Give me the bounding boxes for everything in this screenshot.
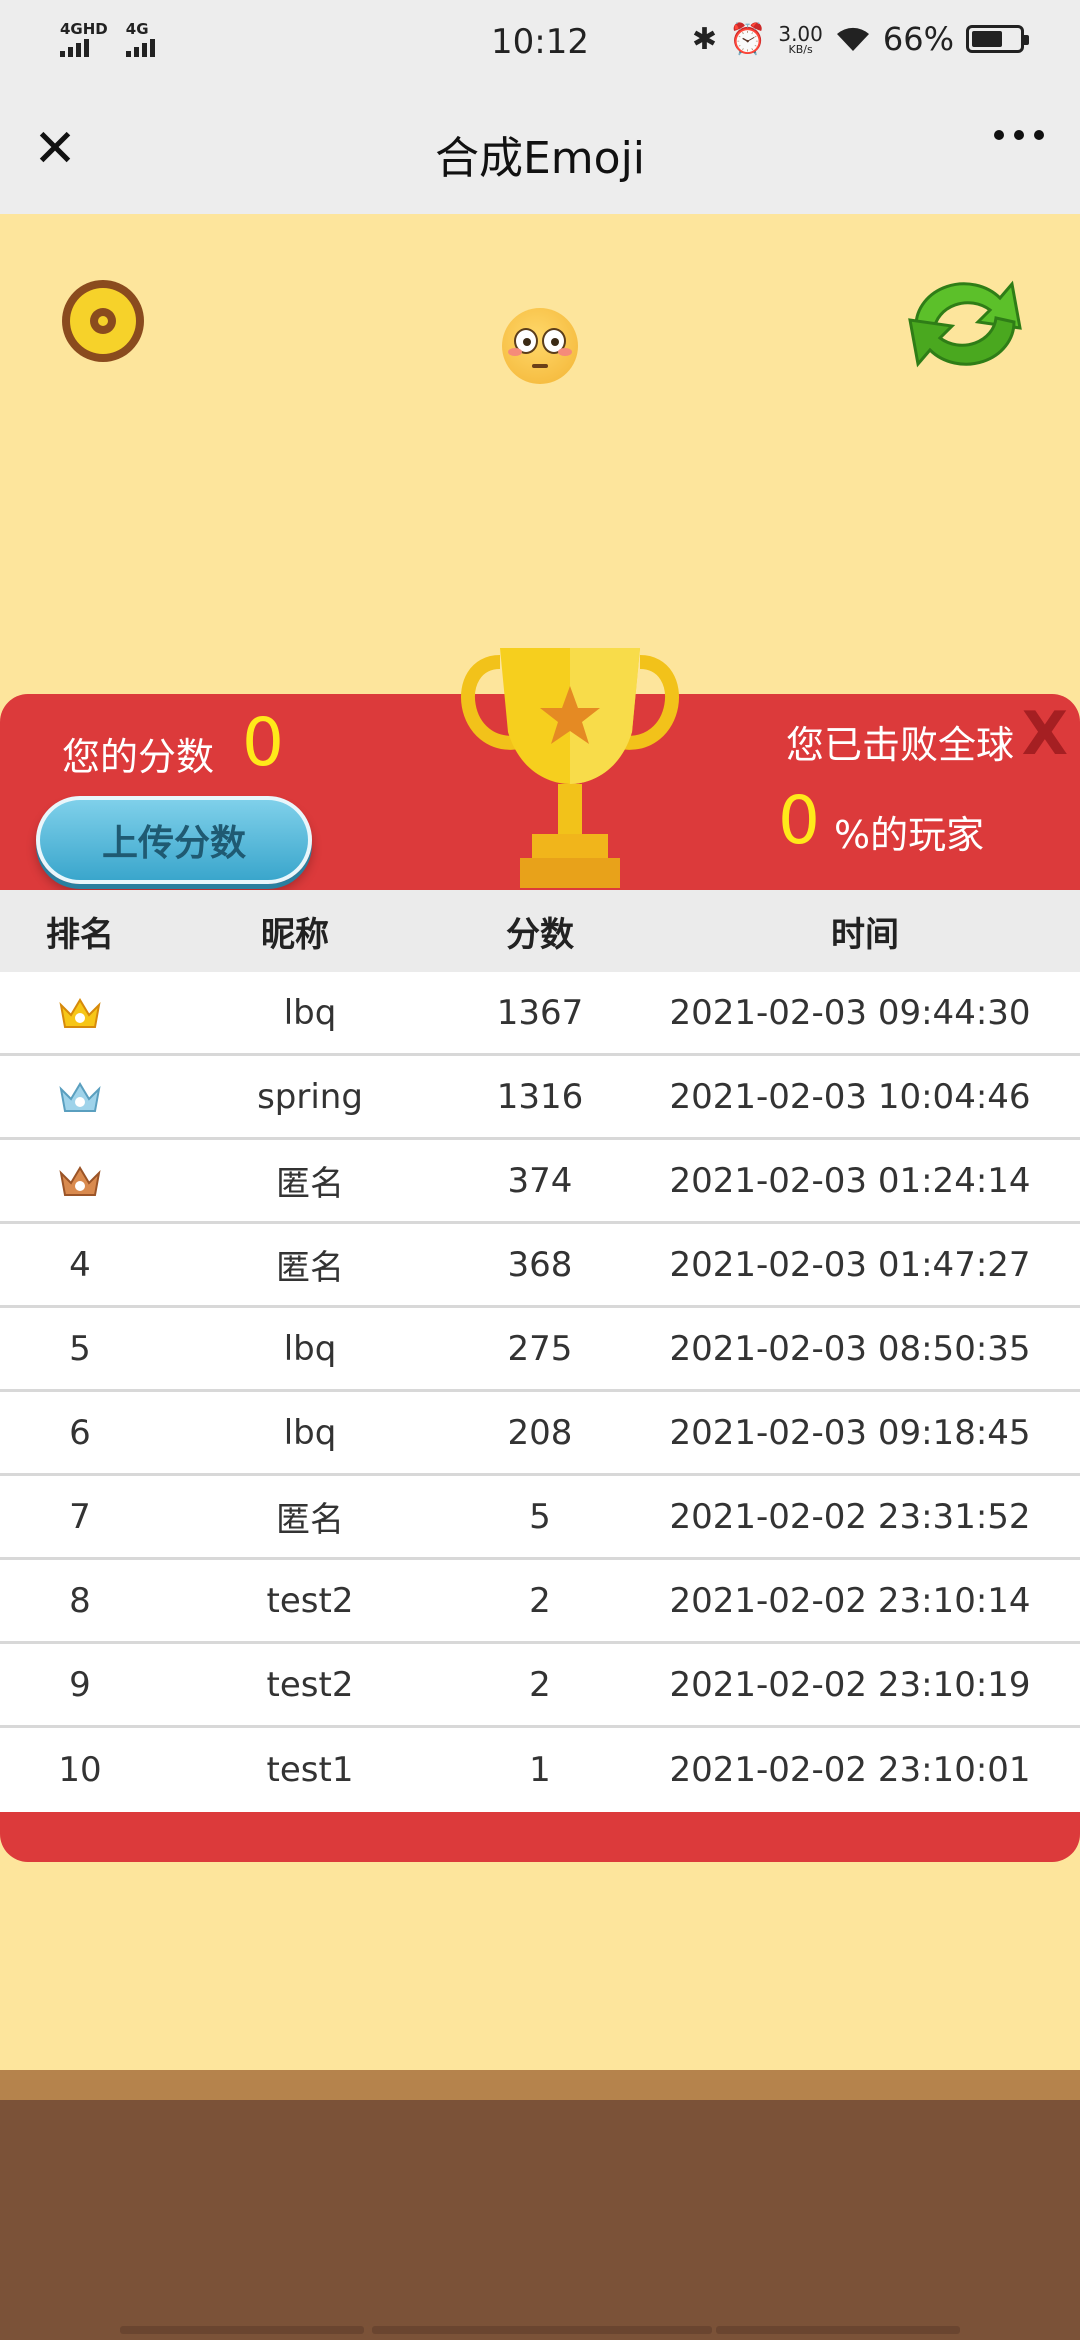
rank-cell: 9	[69, 1664, 91, 1705]
score-cell: 1	[529, 1750, 551, 1790]
score-cell: 1367	[496, 992, 584, 1033]
rank-cell: 6	[69, 1412, 91, 1453]
header-rank: 排名	[46, 914, 114, 955]
network-speed: 3.00 KB/s	[778, 24, 823, 55]
bronze-crown-icon	[59, 1166, 101, 1196]
score-cell: 374	[507, 1160, 573, 1201]
rank-cell: 8	[69, 1580, 91, 1621]
time-cell: 2021-02-02 23:10:01	[669, 1750, 1031, 1790]
name-cell: lbq	[283, 992, 337, 1033]
rank-cell: 7	[69, 1496, 91, 1537]
upload-score-button[interactable]: 上传分数	[36, 796, 312, 884]
name-cell: test2	[266, 1580, 354, 1621]
score-cell: 2	[529, 1664, 551, 1705]
rank-cell	[0, 1161, 160, 1201]
score-cell: 368	[507, 1244, 573, 1285]
battery-icon	[966, 25, 1029, 53]
status-right: ✱ ⏰ 3.00 KB/s 66%	[691, 20, 1029, 58]
rank-cell: 4	[69, 1244, 91, 1285]
score-cell: 1316	[496, 1076, 584, 1117]
time-cell: 2021-02-02 23:31:52	[669, 1496, 1031, 1537]
ground-divider	[716, 2326, 960, 2334]
table-row: 7 匿名 5 2021-02-02 23:31:52	[0, 1476, 1080, 1560]
ground-edge	[0, 2070, 1080, 2100]
name-cell: lbq	[283, 1412, 337, 1453]
table-row: 10 test1 1 2021-02-02 23:10:01	[0, 1728, 1080, 1812]
percent-label: %的玩家	[834, 813, 985, 857]
score-cell: 5	[529, 1496, 551, 1537]
more-options-icon[interactable]	[994, 130, 1044, 140]
battery-level	[972, 31, 1003, 47]
rank-cell: 10	[58, 1750, 102, 1790]
score-value: 0	[242, 704, 284, 781]
table-row: lbq 1367 2021-02-03 09:44:30	[0, 972, 1080, 1056]
ranking-table: 排名 昵称 分数 时间 lbq 1367 2021-02-03 09:44:30 sp…	[0, 890, 1080, 1812]
status-bar: 4GHD 4G 10:12 ✱ ⏰ 3.00 KB/s 66%	[0, 0, 1080, 86]
score-cell: 275	[507, 1328, 573, 1369]
speed-unit: KB/s	[788, 42, 813, 56]
rank-cell	[0, 1077, 160, 1117]
score-cell: 208	[507, 1412, 573, 1453]
name-cell: 匿名	[276, 1248, 344, 1288]
page-title: 合成Emoji	[434, 133, 646, 184]
wifi-icon	[836, 27, 869, 51]
time-cell: 2021-02-02 23:10:19	[669, 1664, 1031, 1705]
gold-crown-icon	[59, 998, 101, 1028]
mini-program-title-bar: ✕ 合成Emoji	[0, 86, 1080, 214]
table-row: 6 lbq 208 2021-02-03 09:18:45	[0, 1392, 1080, 1476]
time-cell: 2021-02-03 01:47:27	[669, 1244, 1031, 1285]
time-cell: 2021-02-03 09:44:30	[669, 992, 1031, 1033]
table-row: 4 匿名 368 2021-02-03 01:47:27	[0, 1224, 1080, 1308]
refresh-icon[interactable]	[896, 264, 1034, 384]
time-cell: 2021-02-03 08:50:35	[669, 1328, 1031, 1369]
speed-value: 3.00	[778, 21, 823, 46]
score-label: 您的分数	[62, 735, 215, 779]
settings-icon[interactable]	[62, 280, 144, 362]
silver-crown-icon	[59, 1082, 101, 1112]
close-panel-button[interactable]: X	[1022, 702, 1068, 766]
name-cell: 匿名	[276, 1164, 344, 1204]
name-cell: 匿名	[276, 1500, 344, 1540]
header-score: 分数	[506, 914, 574, 955]
table-header: 排名 昵称 分数 时间	[0, 890, 1080, 972]
bluetooth-icon: ✱	[691, 21, 717, 57]
header-time: 时间	[831, 914, 899, 955]
header-name: 昵称	[261, 914, 329, 955]
name-cell: lbq	[283, 1328, 337, 1369]
table-row: spring 1316 2021-02-03 10:04:46	[0, 1056, 1080, 1140]
time-cell: 2021-02-03 10:04:46	[669, 1076, 1031, 1117]
percent-value: 0	[778, 782, 820, 859]
rank-cell: 5	[69, 1328, 91, 1369]
ground	[0, 2100, 1080, 2340]
name-cell: spring	[257, 1076, 363, 1117]
battery-percent: 66%	[882, 20, 954, 58]
table-row: 匿名 374 2021-02-03 01:24:14	[0, 1140, 1080, 1224]
table-row: 5 lbq 275 2021-02-03 08:50:35	[0, 1308, 1080, 1392]
alarm-icon: ⏰	[728, 21, 767, 57]
trophy-icon	[461, 648, 679, 888]
time-cell: 2021-02-03 01:24:14	[669, 1160, 1031, 1201]
beat-text: 您已击败全球	[785, 723, 1014, 767]
time-cell: 2021-02-03 09:18:45	[669, 1412, 1031, 1453]
table-row: 8 test2 2 2021-02-02 23:10:14	[0, 1560, 1080, 1644]
table-row: 9 test2 2 2021-02-02 23:10:19	[0, 1644, 1080, 1728]
time-cell: 2021-02-02 23:10:14	[669, 1580, 1031, 1621]
name-cell: test2	[266, 1664, 354, 1705]
rank-cell	[0, 993, 160, 1033]
ground-divider	[372, 2326, 712, 2334]
name-cell: test1	[266, 1750, 354, 1790]
score-cell: 2	[529, 1580, 551, 1621]
ground-divider	[120, 2326, 364, 2334]
flushed-face-emoji-icon	[502, 308, 578, 384]
